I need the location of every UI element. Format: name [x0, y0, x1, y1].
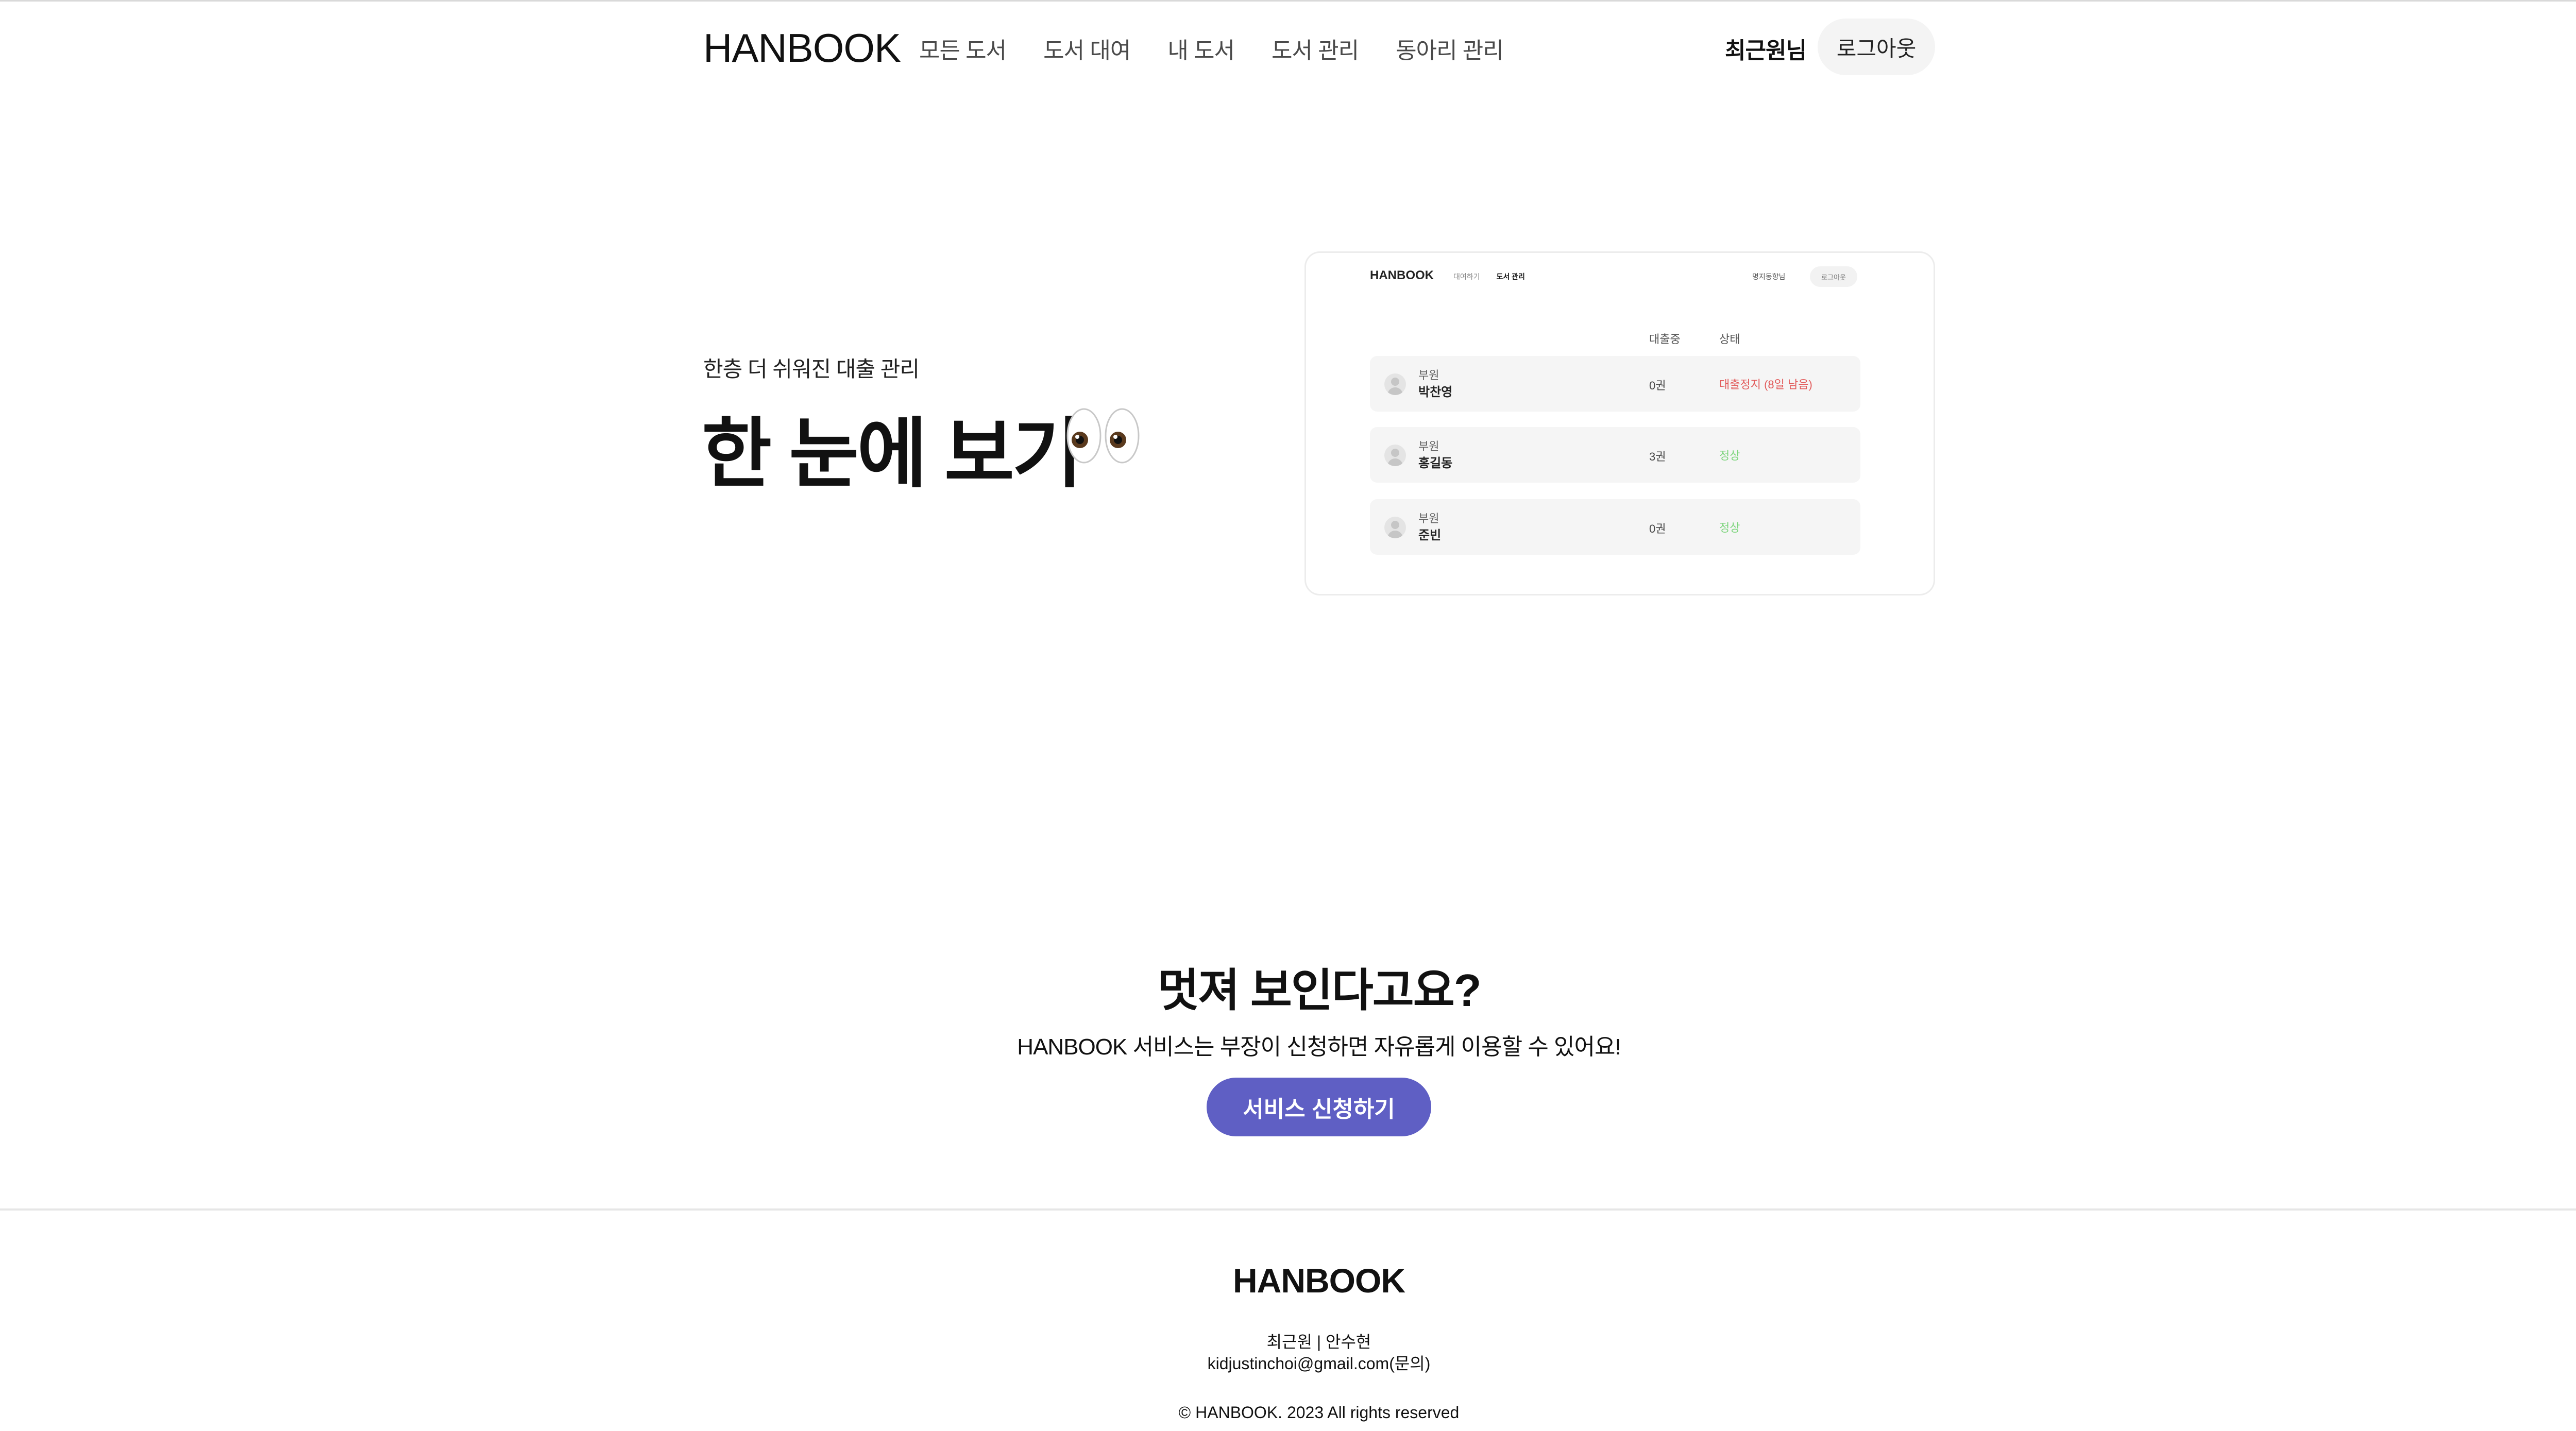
- member-row: 부원 준빈 0권 정상: [1370, 499, 1860, 555]
- preview-username: 명지동향님: [1752, 272, 1786, 281]
- hero-title: 한 눈에 보기: [702, 412, 1082, 497]
- footer-divider: [0, 1208, 2576, 1211]
- member-status: 정상: [1719, 449, 1740, 462]
- nav-book-rental[interactable]: 도서 대여: [1043, 32, 1131, 65]
- member-status: 대출정지 (8일 남음): [1719, 378, 1812, 391]
- column-header-borrowed: 대출중: [1649, 333, 1681, 346]
- preview-nav-manage: 도서 관리: [1496, 272, 1525, 281]
- member-name: 홍길동: [1418, 456, 1453, 470]
- preview-nav: 대여하기 도서 관리: [1453, 271, 1541, 282]
- member-row: 부원 홍길동 3권 정상: [1370, 427, 1860, 483]
- member-row: 부원 박찬영 0권 대출정지 (8일 남음): [1370, 356, 1860, 412]
- member-role: 부원: [1418, 440, 1439, 453]
- member-role: 부원: [1418, 369, 1439, 382]
- preview-logo: HANBOOK: [1370, 268, 1434, 282]
- column-header-status: 상태: [1719, 333, 1740, 346]
- nav-book-management[interactable]: 도서 관리: [1272, 32, 1359, 65]
- avatar-icon: [1384, 517, 1406, 538]
- hero-subtitle: 한층 더 쉬워진 대출 관리: [703, 357, 920, 381]
- footer-authors: 최근원 | 안수현: [1266, 1333, 1371, 1351]
- nav-my-books[interactable]: 내 도서: [1167, 32, 1235, 65]
- page: HANBOOK 모든 도서 도서 대여 내 도서 도서 관리 동아리 관리 최근…: [0, 0, 2576, 1431]
- cta-title: 멋져 보인다고요?: [1157, 965, 1482, 1016]
- logo[interactable]: HANBOOK: [703, 25, 901, 72]
- nav-all-books[interactable]: 모든 도서: [919, 32, 1007, 65]
- member-status: 정상: [1719, 521, 1740, 534]
- footer-copyright: © HANBOOK. 2023 All rights reserved: [1178, 1403, 1460, 1422]
- logout-button[interactable]: 로그아웃: [1818, 19, 1935, 75]
- borrowed-count: 3권: [1649, 450, 1666, 463]
- borrowed-count: 0권: [1649, 522, 1666, 535]
- service-apply-button[interactable]: 서비스 신청하기: [1207, 1078, 1431, 1136]
- main-nav: 모든 도서 도서 대여 내 도서 도서 관리 동아리 관리: [919, 32, 1540, 65]
- preview-nav-rent: 대여하기: [1453, 272, 1480, 281]
- avatar-icon: [1384, 445, 1406, 466]
- eyes-icon: [1066, 408, 1140, 464]
- username: 최근원님: [1725, 38, 1807, 63]
- header: HANBOOK 모든 도서 도서 대여 내 도서 도서 관리 동아리 관리 최근…: [0, 0, 2576, 93]
- footer-email: kidjustinchoi@gmail.com(문의): [1207, 1354, 1431, 1373]
- footer-logo: HANBOOK: [1233, 1262, 1405, 1300]
- member-name: 박찬영: [1418, 385, 1453, 399]
- preview-logout: 로그아웃: [1810, 266, 1857, 287]
- nav-club-management[interactable]: 동아리 관리: [1396, 32, 1504, 65]
- avatar-icon: [1384, 373, 1406, 395]
- preview-card: HANBOOK 대여하기 도서 관리 명지동향님 로그아웃 대출중 상태 부원 …: [1304, 251, 1935, 595]
- borrowed-count: 0권: [1649, 379, 1666, 392]
- member-name: 준빈: [1418, 529, 1442, 542]
- member-role: 부원: [1418, 512, 1439, 525]
- cta-description: HANBOOK 서비스는 부장이 신청하면 자유롭게 이용할 수 있어요!: [1017, 1034, 1621, 1060]
